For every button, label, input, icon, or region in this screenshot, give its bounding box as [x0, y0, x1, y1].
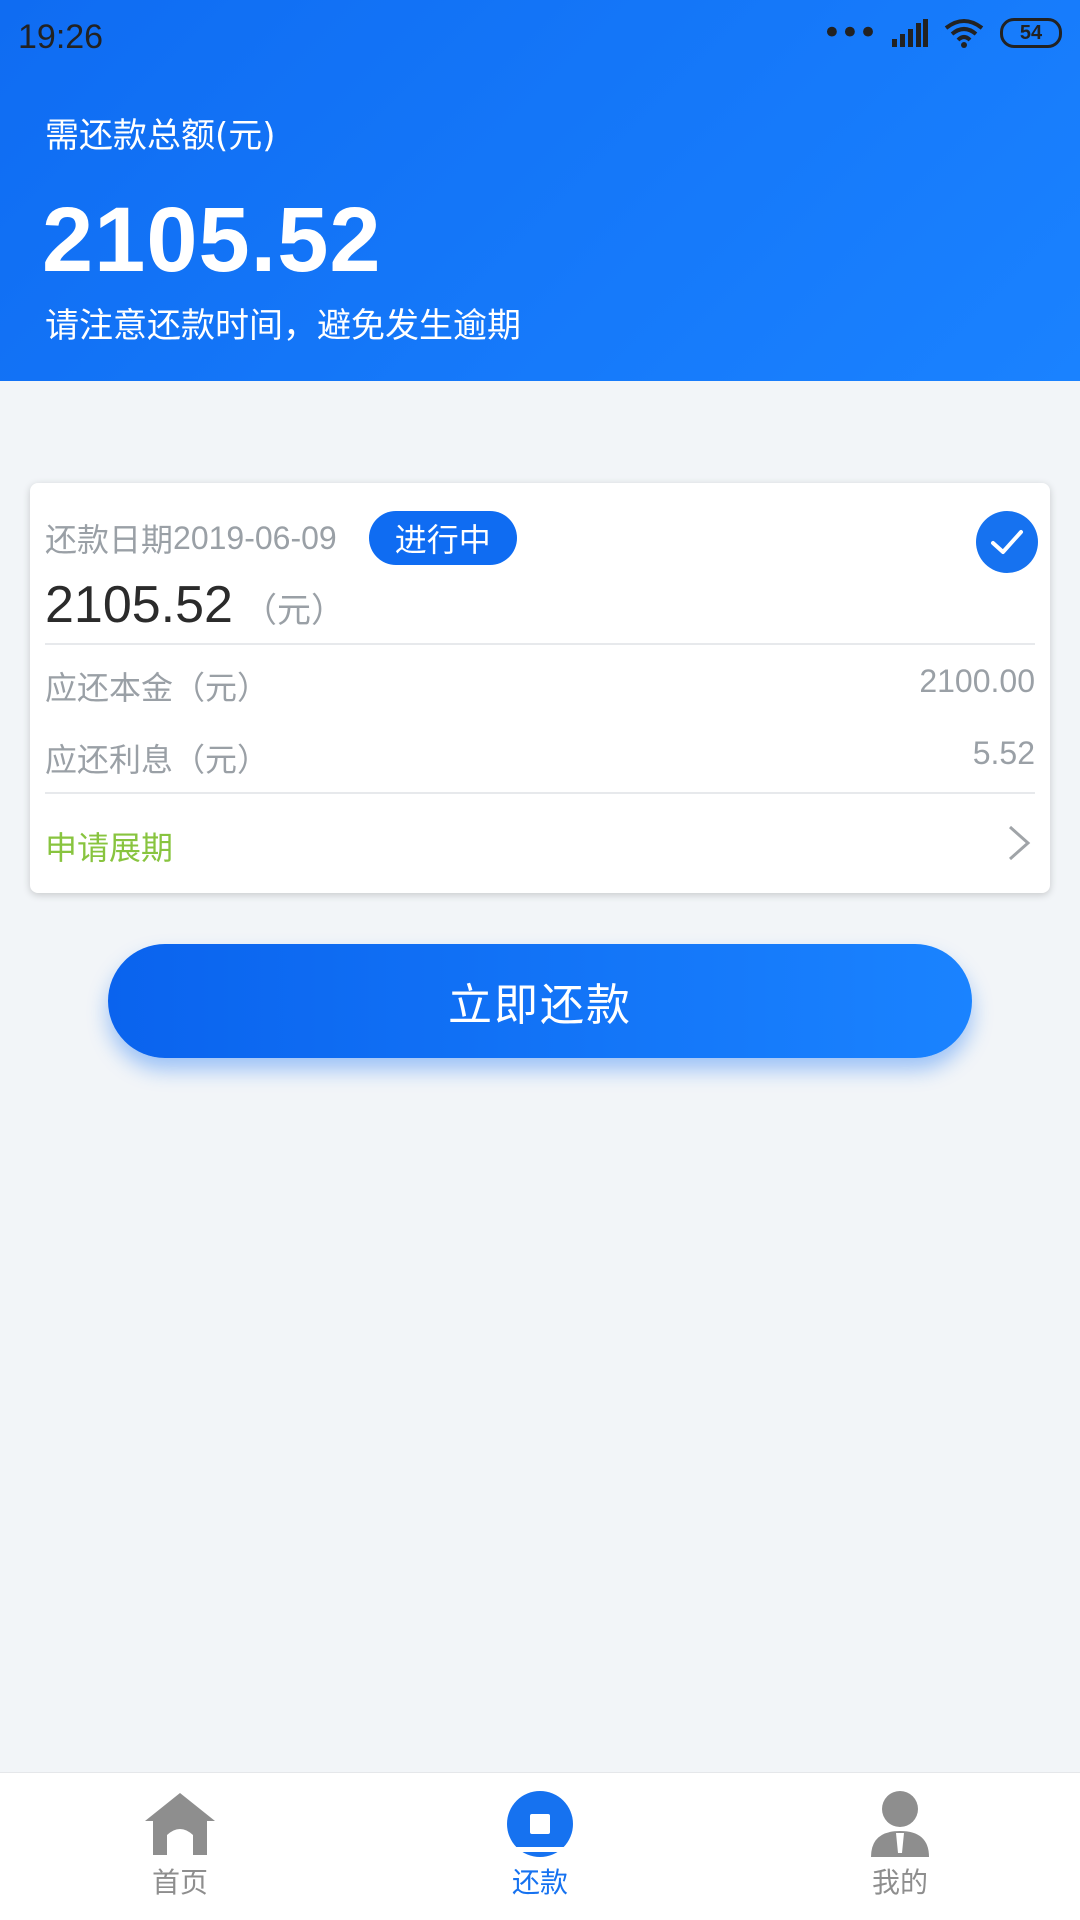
total-label: 需还款总额(元) [45, 116, 276, 156]
interest-label: 应还利息（元） [45, 741, 270, 779]
card-amount-unit: （元） [242, 591, 345, 631]
wifi-icon [944, 19, 984, 48]
check-icon[interactable] [976, 511, 1038, 573]
app-screen: 19:26 ••• 54 需还款总额(元) 2105.52 请注意还款时间，避免… [0, 0, 1080, 1920]
date-value: 2019-06-09 [173, 519, 337, 556]
status-time: 19:26 [18, 18, 104, 56]
repayment-notice: 请注意还款时间，避免发生逾期 [45, 306, 521, 346]
status-bar: 19:26 ••• 54 [0, 0, 1080, 74]
nav-item-home[interactable]: 首页 [100, 1791, 260, 1901]
home-icon [145, 1793, 215, 1855]
principal-label: 应还本金（元） [45, 669, 270, 707]
apply-extension-link[interactable]: 申请展期 [45, 823, 173, 869]
nav-label: 我的 [871, 1866, 928, 1899]
principal-row: 应还本金（元） 2100.00 [45, 663, 1035, 709]
divider [45, 643, 1035, 645]
chevron-right-icon[interactable] [998, 823, 1038, 863]
card-amount-value: 2105.52 [45, 576, 233, 634]
header-panel: 19:26 ••• 54 需还款总额(元) 2105.52 请注意还款时间，避免… [0, 0, 1080, 381]
dots-icon: ••• [821, 13, 878, 53]
battery-icon: 54 [1000, 18, 1062, 48]
card-amount: 2105.52 （元） [45, 575, 345, 635]
status-badge: 进行中 [368, 511, 517, 565]
status-icons: ••• 54 [821, 13, 1062, 53]
bottom-nav: 首页 还款 我的 [0, 1772, 1080, 1920]
interest-row: 应还利息（元） 5.52 [45, 735, 1035, 781]
nav-label: 还款 [511, 1866, 568, 1899]
total-amount: 2105.52 [42, 189, 382, 291]
nav-label: 首页 [151, 1866, 208, 1899]
date-label: 还款日期 [45, 521, 174, 559]
nav-item-repay[interactable]: 还款 [460, 1791, 620, 1901]
date-line: 还款日期 2019-06-09 进行中 [45, 511, 517, 565]
nav-item-profile[interactable]: 我的 [820, 1791, 980, 1901]
pay-now-button[interactable]: 立即还款 [108, 944, 972, 1058]
interest-value: 5.52 [972, 735, 1035, 771]
principal-value: 2100.00 [919, 663, 1035, 699]
divider [45, 792, 1035, 794]
repay-icon [507, 1791, 573, 1857]
signal-icon [892, 19, 928, 47]
user-icon [871, 1791, 929, 1857]
checkmark-icon [991, 530, 1023, 554]
repayment-card[interactable]: 还款日期 2019-06-09 进行中 2105.52 （元） 应还本金（元） … [30, 483, 1050, 893]
